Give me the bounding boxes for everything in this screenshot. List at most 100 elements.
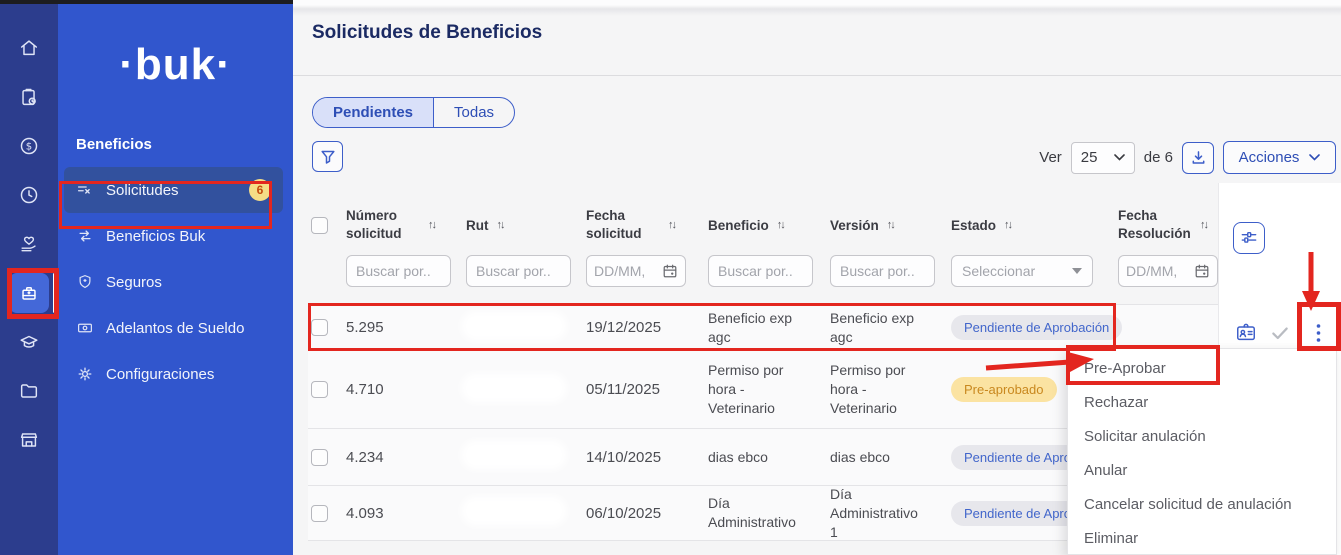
money-bill-icon bbox=[76, 319, 94, 337]
sidebar-item-label: Seguros bbox=[106, 274, 162, 291]
cell-rut bbox=[462, 501, 582, 525]
buk-logo: ·buk· bbox=[58, 40, 293, 90]
status-badge: Pre-aprobado bbox=[951, 377, 1057, 402]
view-tabs: Pendientes Todas bbox=[312, 97, 515, 128]
row-checkbox[interactable] bbox=[311, 319, 328, 336]
cell-fecha: 06/10/2025 bbox=[582, 505, 704, 522]
id-card-icon[interactable] bbox=[1235, 322, 1257, 344]
cell-version: Día Administrativo 1 bbox=[826, 485, 947, 542]
menu-item-solicitar-anulacion[interactable]: Solicitar anulación bbox=[1068, 419, 1336, 453]
table-filter-row: DD/MM, Seleccionar DD/MM, bbox=[308, 255, 1341, 304]
view-controls: Ver 25 de 6 Acciones bbox=[1039, 141, 1336, 174]
tab-todas[interactable]: Todas bbox=[434, 98, 514, 127]
folder-icon[interactable] bbox=[9, 371, 49, 411]
col-header-fecha-resolucion[interactable]: Fecha Resolución bbox=[1118, 207, 1192, 243]
cell-version: Permiso por hora - Veterinario bbox=[826, 361, 947, 418]
clipboard-clock-icon[interactable] bbox=[9, 77, 49, 117]
sort-icon[interactable]: ↑↓ bbox=[1200, 219, 1207, 231]
sidebar-item-label: Configuraciones bbox=[106, 366, 214, 383]
cell-beneficio: Permiso por hora - Veterinario bbox=[704, 361, 826, 418]
actions-button[interactable]: Acciones bbox=[1223, 141, 1336, 174]
pending-count-badge: 6 bbox=[249, 179, 271, 201]
column-settings-button[interactable] bbox=[1233, 222, 1265, 254]
hand-heart-icon[interactable] bbox=[9, 224, 49, 264]
storefront-icon[interactable] bbox=[9, 420, 49, 460]
sidebar-menu: Solicitudes 6 Beneficios Buk Seguros Ade… bbox=[58, 167, 293, 397]
sidebar-item-solicitudes[interactable]: Solicitudes 6 bbox=[64, 167, 283, 213]
top-edge-strip bbox=[0, 0, 293, 4]
benefits-briefcase-icon[interactable] bbox=[9, 273, 49, 313]
cell-rut bbox=[462, 445, 582, 469]
cell-rut bbox=[462, 316, 582, 340]
filter-version-input[interactable] bbox=[830, 255, 935, 287]
col-header-version[interactable]: Versión bbox=[830, 218, 879, 233]
row-checkbox[interactable] bbox=[311, 449, 328, 466]
row-checkbox[interactable] bbox=[311, 505, 328, 522]
top-shadow bbox=[293, 0, 1341, 16]
svg-text:$: $ bbox=[26, 142, 32, 153]
dollar-circle-icon[interactable]: $ bbox=[9, 126, 49, 166]
cell-numero: 4.093 bbox=[342, 505, 462, 522]
check-icon[interactable] bbox=[1270, 323, 1290, 343]
tab-pendientes[interactable]: Pendientes bbox=[313, 98, 434, 127]
col-header-beneficio[interactable]: Beneficio bbox=[708, 218, 769, 233]
menu-item-anular[interactable]: Anular bbox=[1068, 453, 1336, 487]
select-all-checkbox[interactable] bbox=[311, 217, 328, 234]
sidebar: ·buk· Beneficios Solicitudes 6 Beneficio… bbox=[58, 0, 293, 555]
kebab-menu-icon bbox=[1316, 323, 1321, 343]
sidebar-item-label: Beneficios Buk bbox=[106, 228, 205, 245]
sidebar-item-adelantos[interactable]: Adelantos de Sueldo bbox=[58, 305, 293, 351]
col-header-numero[interactable]: Número solicitud bbox=[346, 207, 420, 243]
chevron-down-icon bbox=[1309, 154, 1320, 161]
menu-item-eliminar[interactable]: Eliminar bbox=[1068, 521, 1336, 555]
menu-item-pre-aprobar[interactable]: Pre-Aprobar bbox=[1068, 351, 1336, 385]
sidebar-item-seguros[interactable]: Seguros bbox=[58, 259, 293, 305]
shield-icon bbox=[76, 273, 94, 291]
menu-item-rechazar[interactable]: Rechazar bbox=[1068, 385, 1336, 419]
table-header-row: Número solicitud ↑↓ Rut ↑↓ Fecha solicitud… bbox=[308, 195, 1341, 255]
table-row[interactable]: 5.295 19/12/2025 Beneficio exp agc Benef… bbox=[308, 304, 1341, 350]
filter-estado-select[interactable]: Seleccionar bbox=[951, 255, 1093, 287]
clock-icon[interactable] bbox=[9, 175, 49, 215]
col-header-fecha[interactable]: Fecha solicitud bbox=[586, 207, 660, 243]
app-window: $ ·buk· Beneficios Solicitudes 6 bbox=[0, 0, 1341, 555]
kebab-menu-button[interactable] bbox=[1305, 320, 1331, 346]
sort-icon[interactable]: ↑↓ bbox=[428, 219, 435, 231]
row-actions bbox=[1219, 316, 1341, 350]
sidebar-item-beneficios-buk[interactable]: Beneficios Buk bbox=[58, 213, 293, 259]
filter-button[interactable] bbox=[312, 141, 343, 172]
home-icon[interactable] bbox=[9, 28, 49, 68]
actions-label: Acciones bbox=[1239, 149, 1300, 166]
filter-numero-input[interactable] bbox=[346, 255, 451, 287]
filter-beneficio-input[interactable] bbox=[708, 255, 813, 287]
sort-icon[interactable]: ↑↓ bbox=[497, 219, 504, 231]
col-header-rut[interactable]: Rut bbox=[466, 218, 489, 233]
download-button[interactable] bbox=[1182, 142, 1214, 174]
sidebar-item-configuraciones[interactable]: Configuraciones bbox=[58, 351, 293, 397]
cell-version: Beneficio exp agc bbox=[826, 309, 947, 347]
select-caret-icon bbox=[1072, 268, 1082, 274]
cell-beneficio: dias ebco bbox=[704, 448, 826, 467]
menu-item-cancelar-solicitud[interactable]: Cancelar solicitud de anulación bbox=[1068, 487, 1336, 521]
page-size-select[interactable]: 25 bbox=[1071, 142, 1135, 174]
cell-numero: 5.295 bbox=[342, 319, 462, 336]
download-icon bbox=[1190, 149, 1207, 166]
redacted-rut bbox=[466, 378, 562, 398]
row-context-menu: Pre-Aprobar Rechazar Solicitar anulación… bbox=[1067, 348, 1337, 555]
filter-fecha-resolucion-input[interactable]: DD/MM, bbox=[1118, 255, 1218, 287]
sort-icon[interactable]: ↑↓ bbox=[887, 219, 894, 231]
filter-fecha-input[interactable]: DD/MM, bbox=[586, 255, 686, 287]
sort-icon[interactable]: ↑↓ bbox=[777, 219, 784, 231]
sidebar-section-label: Beneficios bbox=[76, 136, 293, 153]
sort-icon[interactable]: ↑↓ bbox=[668, 219, 675, 231]
col-header-estado[interactable]: Estado bbox=[951, 218, 996, 233]
cell-fecha: 05/11/2025 bbox=[582, 381, 704, 398]
row-checkbox[interactable] bbox=[311, 381, 328, 398]
cell-numero: 4.710 bbox=[342, 381, 462, 398]
cell-version: dias ebco bbox=[826, 448, 947, 467]
graduation-cap-icon[interactable] bbox=[9, 322, 49, 362]
icon-rail: $ bbox=[0, 0, 58, 555]
sort-icon[interactable]: ↑↓ bbox=[1004, 219, 1011, 231]
page-size-value: 25 bbox=[1081, 149, 1098, 166]
filter-rut-input[interactable] bbox=[466, 255, 571, 287]
